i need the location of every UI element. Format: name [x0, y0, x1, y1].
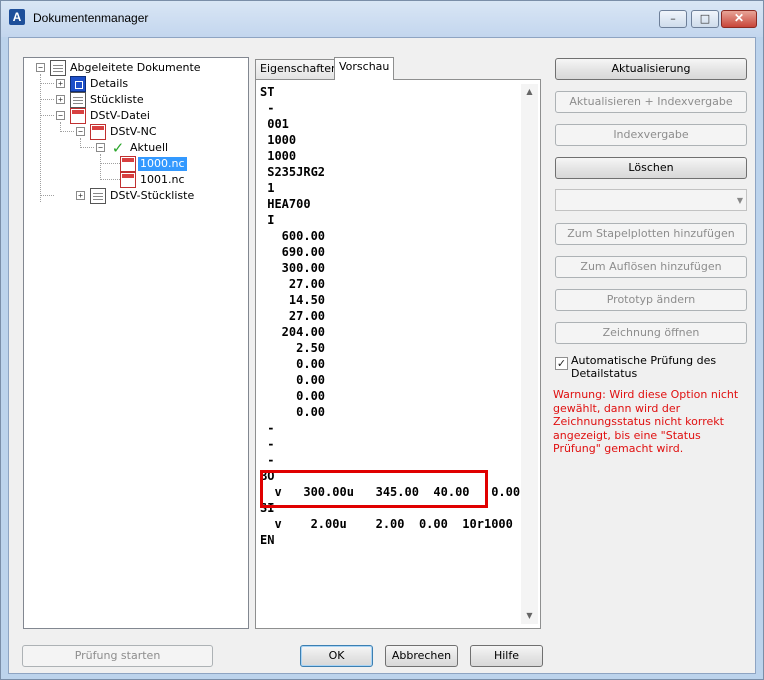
- nc-file-icon: [120, 172, 136, 188]
- details-icon: [70, 76, 86, 92]
- nc-preview-text: ST - 001 1000 1000 S235JRG2 1 HEA700 I 6…: [260, 84, 520, 624]
- documents-icon: [50, 60, 66, 76]
- zeichnung-oeffnen-button[interactable]: Zeichnung öffnen: [555, 322, 747, 344]
- close-button[interactable]: ✕: [721, 10, 757, 28]
- preview-line: 0.00: [260, 357, 326, 371]
- highlight-box: [260, 470, 488, 508]
- title-bar[interactable]: A Dokumentenmanager – □ ✕: [1, 1, 763, 37]
- warning-text: Warnung: Wird diese Option nicht gewählt…: [553, 388, 739, 455]
- tab-eigenschaften[interactable]: Eigenschaften: [255, 59, 338, 79]
- auto-check-checkbox[interactable]: ✓: [555, 357, 568, 370]
- app-logo-icon: A: [9, 9, 25, 25]
- preview-line: 001: [260, 117, 289, 131]
- collapse-toggle-icon[interactable]: −: [56, 111, 65, 120]
- preview-line: -: [260, 437, 275, 451]
- dialog-client-area: − Abgeleitete Dokumente + Details + Stüc…: [8, 37, 756, 674]
- preview-line: ST: [260, 85, 275, 99]
- tree-item-label: Abgeleitete Dokumente: [70, 61, 201, 74]
- abbrechen-button[interactable]: Abbrechen: [385, 645, 458, 667]
- preview-line: v 2.00u 2.00 0.00 10r1000: [260, 517, 513, 531]
- tree-item-dstv-datei[interactable]: − DStV-Datei: [24, 108, 244, 124]
- dropdown-arrow-icon[interactable]: ▼: [737, 196, 743, 205]
- scroll-up-icon[interactable]: ▲: [521, 84, 538, 100]
- scroll-down-icon[interactable]: ▼: [521, 608, 538, 624]
- pruefung-starten-button[interactable]: Prüfung starten: [22, 645, 213, 667]
- preview-line: 600.00: [260, 229, 326, 243]
- aufloesen-button[interactable]: Zum Auflösen hinzufügen: [555, 256, 747, 278]
- preview-line: 14.50: [260, 293, 326, 307]
- tree-item-label: 1001.nc: [140, 173, 185, 186]
- preview-line: HEA700: [260, 197, 311, 211]
- tree-item-details[interactable]: + Details: [24, 76, 244, 92]
- dstv-file-icon: [70, 108, 86, 124]
- dokumentenmanager-window: A Dokumentenmanager – □ ✕ − Abgeleitete …: [0, 0, 764, 680]
- preview-line: 204.00: [260, 325, 326, 339]
- aktualisierung-button[interactable]: Aktualisierung: [555, 58, 747, 80]
- tree-item-label: Aktuell: [130, 141, 169, 154]
- tree-item-label: Details: [90, 77, 129, 90]
- collapse-toggle-icon[interactable]: −: [76, 127, 85, 136]
- tree-item-label: Stückliste: [90, 93, 144, 106]
- preview-line: 27.00: [260, 277, 326, 291]
- minimize-button[interactable]: –: [659, 10, 687, 28]
- preview-line: EN: [260, 533, 275, 547]
- hilfe-button[interactable]: Hilfe: [470, 645, 543, 667]
- preview-line: 690.00: [260, 245, 326, 259]
- indexvergabe-button[interactable]: Indexvergabe: [555, 124, 747, 146]
- tree-item-label: 1000.nc: [138, 157, 187, 171]
- collapse-toggle-icon[interactable]: −: [36, 63, 45, 72]
- tree-item-file-1000[interactable]: 1000.nc: [24, 156, 244, 172]
- nc-file-icon: [120, 156, 136, 172]
- expand-toggle-icon[interactable]: +: [56, 79, 65, 88]
- tree-item-root[interactable]: − Abgeleitete Dokumente: [24, 60, 244, 76]
- tree-item-dstv-stueckliste[interactable]: + DStV-Stückliste: [24, 188, 244, 204]
- option-combobox[interactable]: ▼: [555, 189, 747, 211]
- ok-button[interactable]: OK: [300, 645, 373, 667]
- checkmark-icon: ✓: [111, 139, 125, 157]
- tree-item-dstv-nc[interactable]: − DStV-NC: [24, 124, 244, 140]
- preview-line: 0.00: [260, 405, 326, 419]
- preview-line: 0.00: [260, 373, 326, 387]
- tree-item-label: DStV-Stückliste: [110, 189, 195, 202]
- preview-line: -: [260, 101, 275, 115]
- aktualisieren-indexvergabe-button[interactable]: Aktualisieren + Indexvergabe: [555, 91, 747, 113]
- tree-item-file-1001[interactable]: 1001.nc: [24, 172, 244, 188]
- tree-item-stueckliste[interactable]: + Stückliste: [24, 92, 244, 108]
- preview-line: -: [260, 421, 275, 435]
- preview-line: 300.00: [260, 261, 326, 275]
- preview-line: 27.00: [260, 309, 326, 323]
- dstv-parts-list-icon: [90, 188, 106, 204]
- window-title: Dokumentenmanager: [33, 11, 149, 25]
- tab-vorschau[interactable]: Vorschau: [334, 57, 394, 80]
- maximize-button[interactable]: □: [691, 10, 719, 28]
- document-tree[interactable]: − Abgeleitete Dokumente + Details + Stüc…: [23, 57, 249, 629]
- preview-line: 2.50: [260, 341, 326, 355]
- expand-toggle-icon[interactable]: +: [76, 191, 85, 200]
- vertical-scrollbar[interactable]: ▲ ▼: [521, 84, 538, 624]
- tree-item-label: DStV-NC: [110, 125, 157, 138]
- auto-check-label: Automatische Prüfung des Detailstatus: [571, 354, 717, 380]
- preview-line: 1: [260, 181, 275, 195]
- collapse-toggle-icon[interactable]: −: [96, 143, 105, 152]
- dstv-nc-icon: [90, 124, 106, 140]
- preview-line: -: [260, 453, 275, 467]
- preview-line: 1000: [260, 149, 297, 163]
- preview-panel: ST - 001 1000 1000 S235JRG2 1 HEA700 I 6…: [255, 79, 541, 629]
- tree-item-label: DStV-Datei: [90, 109, 150, 122]
- tree-item-aktuell[interactable]: − ✓ Aktuell: [24, 140, 244, 156]
- prototyp-aendern-button[interactable]: Prototyp ändern: [555, 289, 747, 311]
- preview-line: 0.00: [260, 389, 326, 403]
- expand-toggle-icon[interactable]: +: [56, 95, 65, 104]
- preview-line: S235JRG2: [260, 165, 326, 179]
- stapelplotten-button[interactable]: Zum Stapelplotten hinzufügen: [555, 223, 747, 245]
- parts-list-icon: [70, 92, 86, 108]
- preview-line: 1000: [260, 133, 297, 147]
- preview-line: I: [260, 213, 275, 227]
- loeschen-button[interactable]: Löschen: [555, 157, 747, 179]
